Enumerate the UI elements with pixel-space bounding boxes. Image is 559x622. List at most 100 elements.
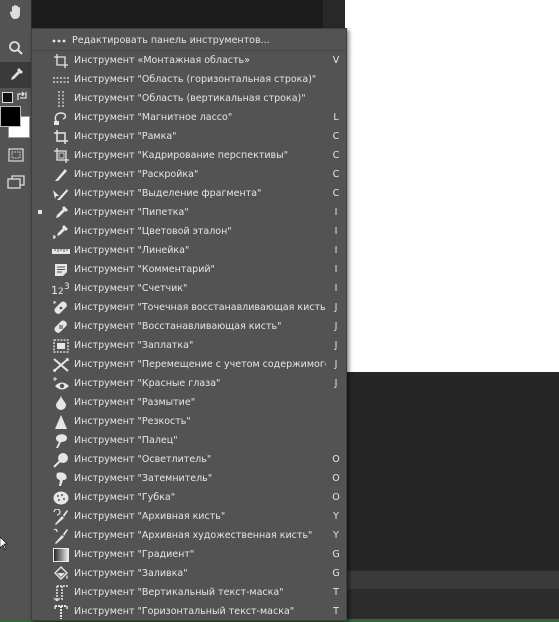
artboard-icon xyxy=(50,51,72,70)
active-indicator xyxy=(32,412,50,431)
tool-menu-item[interactable]: Инструмент "Градиент" G xyxy=(32,545,346,564)
tool-menu-item[interactable]: Инструмент "Размытие" xyxy=(32,393,346,412)
swap-colors-icon[interactable] xyxy=(16,90,28,102)
active-indicator xyxy=(32,51,50,70)
active-indicator xyxy=(32,260,50,279)
active-indicator xyxy=(32,184,50,203)
tool-label: Инструмент "Палец" xyxy=(74,435,178,446)
svg-text:1: 1 xyxy=(51,284,58,296)
tool-menu-item[interactable]: Инструмент "Рамка" C xyxy=(32,127,346,146)
active-indicator xyxy=(32,146,50,165)
tool-menu-item[interactable]: 1 2 3 Инструмент "Счетчик" I xyxy=(32,279,346,298)
tool-menu-item[interactable]: Инструмент "Заливка" G xyxy=(32,564,346,583)
shortcut-key: C xyxy=(332,150,340,161)
shortcut-key: L xyxy=(333,112,339,123)
tool-menu-item[interactable]: Инструмент "Магнитное лассо" L xyxy=(32,108,346,127)
hand-icon xyxy=(9,5,20,19)
active-indicator xyxy=(32,89,50,108)
vertical-type-mask-icon xyxy=(50,583,72,602)
canvas-background xyxy=(32,0,323,28)
tool-menu-item[interactable]: Инструмент "Перемещение с учетом содержи… xyxy=(32,355,346,374)
active-indicator xyxy=(32,526,50,545)
active-indicator xyxy=(32,488,50,507)
tool-label: Инструмент "Градиент" xyxy=(74,549,195,560)
mouse-cursor-icon xyxy=(0,537,8,551)
edit-toolbar-label: Редактировать панель инструментов... xyxy=(72,35,270,46)
zoom-icon xyxy=(8,41,23,55)
eyedropper-icon xyxy=(10,68,23,80)
document-canvas[interactable] xyxy=(345,0,559,372)
edit-toolbar-menu-item[interactable]: Редактировать панель инструментов... xyxy=(32,31,346,50)
active-indicator xyxy=(32,127,50,146)
tool-menu-item[interactable]: Инструмент "Линейка" I xyxy=(32,241,346,260)
shortcut-key: O xyxy=(332,473,340,484)
tool-menu-item[interactable]: Инструмент "Заплатка" J xyxy=(32,336,346,355)
zoom-tool-button[interactable] xyxy=(0,36,31,60)
color-swatch-controls xyxy=(2,90,30,104)
tool-menu-item[interactable]: Инструмент «Монтажная область» V xyxy=(32,51,346,70)
sharpen-icon xyxy=(50,412,72,431)
active-indicator xyxy=(32,317,50,336)
tool-label: Инструмент "Комментарий" xyxy=(74,264,215,275)
hand-tool-submenu-indicator xyxy=(23,12,31,20)
tool-menu-item[interactable]: Инструмент "Вертикальный текст-маска" T xyxy=(32,583,346,602)
blur-icon xyxy=(50,393,72,412)
shortcut-key: I xyxy=(334,264,338,275)
art-history-brush-icon xyxy=(50,526,72,545)
canvas-pasteboard xyxy=(345,372,559,570)
tool-menu-item[interactable]: Инструмент "Губка" O xyxy=(32,488,346,507)
shortcut-key: J xyxy=(334,378,338,389)
tool-menu-item[interactable]: Инструмент "Осветлитель" O xyxy=(32,450,346,469)
default-colors-icon[interactable] xyxy=(2,92,13,103)
tool-menu-item[interactable]: Инструмент "Горизонтальный текст-маска" T xyxy=(32,602,346,621)
horizontal-type-mask-icon xyxy=(50,602,72,621)
tool-label: Инструмент "Рамка" xyxy=(74,131,177,142)
tool-label: Инструмент "Горизонтальный текст-маска" xyxy=(74,606,295,617)
note-icon xyxy=(50,260,72,279)
active-indicator xyxy=(32,165,50,184)
shortcut-key: C xyxy=(332,169,340,180)
red-eye-icon xyxy=(50,374,72,393)
tool-menu-item[interactable]: Инструмент "Комментарий" I xyxy=(32,260,346,279)
tool-menu-item[interactable]: Инструмент "Пипетка" I xyxy=(32,203,346,222)
tool-menu-item[interactable]: Инструмент "Архивная кисть" Y xyxy=(32,507,346,526)
tool-menu-item[interactable]: Инструмент "Затемнитель" O xyxy=(32,469,346,488)
tool-menu-item[interactable]: Инструмент "Восстанавливающая кисть" J xyxy=(32,317,346,336)
quick-mask-button[interactable] xyxy=(0,143,31,167)
slice-icon xyxy=(50,165,72,184)
foreground-color[interactable] xyxy=(0,106,21,127)
tool-menu-item[interactable]: Инструмент "Область (горизонтальная стро… xyxy=(32,70,346,89)
tool-menu-item[interactable]: Инструмент "Область (вертикальная строка… xyxy=(32,89,346,108)
tool-menu-item[interactable]: Инструмент "Точечная восстанавливающая к… xyxy=(32,298,346,317)
tool-menu-item[interactable]: Инструмент "Архивная художественная кист… xyxy=(32,526,346,545)
tool-menu-item[interactable]: Инструмент "Резкость" xyxy=(32,412,346,431)
crop-icon xyxy=(50,127,72,146)
single-column-marquee-icon xyxy=(50,89,72,108)
shortcut-key: I xyxy=(334,245,338,256)
single-row-marquee-icon xyxy=(50,70,72,89)
active-indicator xyxy=(32,70,50,89)
tool-menu-item[interactable]: Инструмент "Цветовой эталон" I xyxy=(32,222,346,241)
active-indicator xyxy=(32,545,50,564)
shortcut-key: I xyxy=(334,207,338,218)
tool-label: Инструмент "Точечная восстанавливающая к… xyxy=(74,302,326,313)
active-indicator xyxy=(32,241,50,260)
active-indicator xyxy=(32,222,50,241)
tool-label: Инструмент "Цветовой эталон" xyxy=(74,226,232,237)
history-brush-icon xyxy=(50,507,72,526)
tool-label: Инструмент "Область (горизонтальная стро… xyxy=(74,74,317,85)
tool-menu-item[interactable]: Инструмент "Раскройка" C xyxy=(32,165,346,184)
tool-menu-item[interactable]: Инструмент "Выделение фрагмента" C xyxy=(32,184,346,203)
tool-menu-item[interactable]: Инструмент "Палец" xyxy=(32,431,346,450)
eyedropper-tool-button[interactable] xyxy=(0,62,31,88)
tool-label: Инструмент "Восстанавливающая кисть" xyxy=(74,321,282,332)
screen-mode-button[interactable] xyxy=(0,170,31,194)
ruler-icon xyxy=(50,241,72,260)
tool-label: Инструмент "Раскройка" xyxy=(74,169,199,180)
tool-menu-item[interactable]: Инструмент "Красные глаза" J xyxy=(32,374,346,393)
tool-label: Инструмент "Вертикальный текст-маска" xyxy=(74,587,284,598)
tool-menu-item[interactable]: Инструмент "Кадрирование перспективы" C xyxy=(32,146,346,165)
horizontal-scrollbar[interactable] xyxy=(345,570,559,590)
active-indicator xyxy=(32,203,50,222)
shortcut-key: J xyxy=(334,321,338,332)
